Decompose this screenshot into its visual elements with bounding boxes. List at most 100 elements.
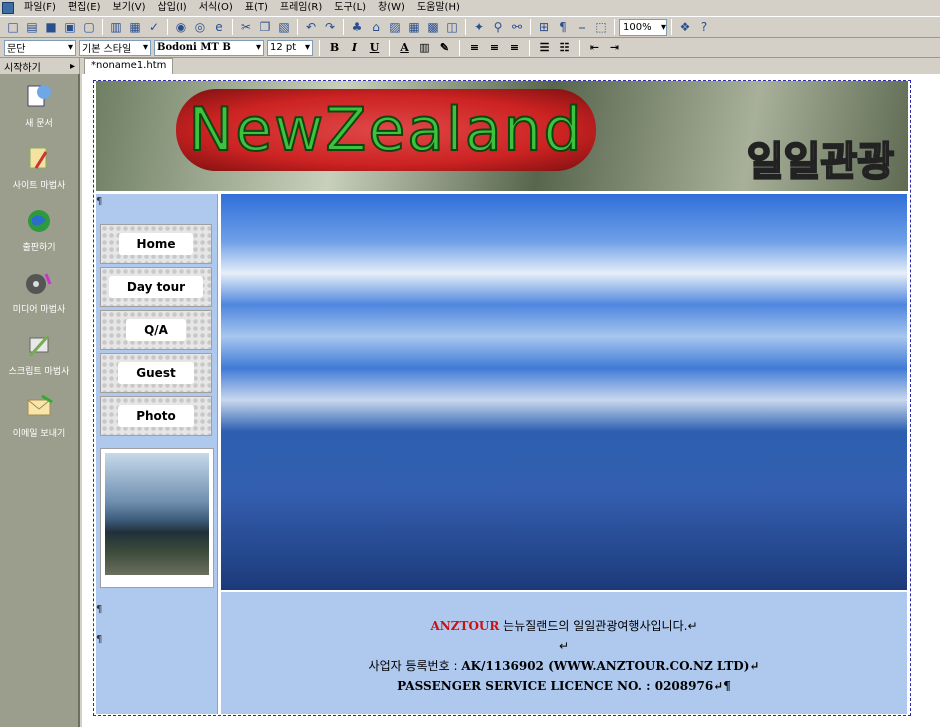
site-icon[interactable]: ❖: [676, 18, 694, 36]
new-icon[interactable]: □: [4, 18, 22, 36]
chevron-down-icon: ▾: [67, 42, 73, 53]
publish-globe-icon: [28, 209, 50, 232]
ie-icon[interactable]: e: [210, 18, 228, 36]
nav-photo[interactable]: Photo: [100, 396, 212, 436]
menu-table[interactable]: 표(T): [239, 1, 274, 15]
spellcheck-icon[interactable]: ✓: [145, 18, 163, 36]
menu-window[interactable]: 창(W): [372, 1, 411, 15]
save-icon[interactable]: ■: [42, 18, 60, 36]
sidebar-item-script-wizard[interactable]: 스크립트 마법사: [0, 322, 78, 384]
sidebar-item-email[interactable]: 이메일 보내기: [0, 384, 78, 446]
style-select[interactable]: 기본 스타일 ▾: [79, 39, 151, 56]
footer-line-4: PASSENGER SERVICE LICENCE NO. : 0208976↵…: [397, 679, 731, 693]
underline-button[interactable]: U: [366, 40, 383, 56]
footer-line-1: ANZTOUR 는뉴질랜드의 일일관광여행사입니다.↵: [221, 616, 907, 636]
bullet-list-icon[interactable]: ☷: [556, 40, 573, 56]
undo-icon[interactable]: ↶: [302, 18, 320, 36]
unlink-icon[interactable]: ⚯: [508, 18, 526, 36]
align-right-icon[interactable]: ≡: [506, 40, 523, 56]
align-center-icon[interactable]: ≡: [486, 40, 503, 56]
copy-icon[interactable]: ❐: [256, 18, 274, 36]
redo-icon[interactable]: ↷: [321, 18, 339, 36]
menu-insert[interactable]: 삽입(I): [152, 1, 193, 15]
close-doc-icon[interactable]: ▢: [80, 18, 98, 36]
paste-icon[interactable]: ▧: [275, 18, 293, 36]
nav-qa[interactable]: Q/A: [100, 310, 212, 350]
zoom-select[interactable]: 100% ▾: [619, 18, 667, 36]
bold-button[interactable]: B: [326, 40, 343, 56]
menu-format[interactable]: 서식(O): [193, 1, 239, 15]
editor-canvas[interactable]: NewZealand 일일관광 ¶ Home Day tour Q/A Gues…: [82, 74, 940, 727]
menu-file[interactable]: 파일(F): [18, 1, 62, 15]
zoom-value: 100%: [623, 21, 652, 33]
tab-document[interactable]: *noname1.htm: [84, 58, 174, 74]
help-icon[interactable]: ?: [695, 18, 713, 36]
cut-icon[interactable]: ✂: [237, 18, 255, 36]
sidebar-item-new-document[interactable]: 새 문서: [0, 74, 78, 136]
font-color-icon[interactable]: A: [396, 40, 413, 56]
hr-icon[interactable]: ⎯: [573, 18, 591, 36]
separator: [389, 39, 390, 56]
preview-icon[interactable]: ▦: [126, 18, 144, 36]
size-value: 12 pt: [270, 42, 297, 53]
outdent-icon[interactable]: ⇤: [586, 40, 603, 56]
script-wizard-icon: [28, 334, 50, 357]
open-icon[interactable]: ▤: [23, 18, 41, 36]
sidebar-item-site-wizard[interactable]: 사이트 마법사: [0, 136, 78, 198]
separator: [465, 19, 466, 35]
separator: [530, 19, 531, 35]
frame-icon[interactable]: ◫: [443, 18, 461, 36]
grid-icon[interactable]: ⊞: [535, 18, 553, 36]
menu-view[interactable]: 보기(V): [107, 1, 152, 15]
link-icon[interactable]: ⚲: [489, 18, 507, 36]
clear-format-icon[interactable]: ✎: [436, 40, 453, 56]
tree-icon[interactable]: ♣: [348, 18, 366, 36]
pilcrow-icon[interactable]: ¶: [554, 18, 572, 36]
banner: NewZealand 일일관광: [96, 81, 908, 191]
separator: [167, 19, 168, 35]
menu-frame[interactable]: 프레임(R): [274, 1, 328, 15]
table-icon[interactable]: ▦: [405, 18, 423, 36]
new-document-icon: [27, 84, 51, 106]
media-wizard-icon: [26, 272, 52, 294]
bank-icon[interactable]: ⌂: [367, 18, 385, 36]
menu-tools[interactable]: 도구(L): [328, 1, 372, 15]
standard-toolbar: □ ▤ ■ ▣ ▢ ▥ ▦ ✓ ◉ ◎ e ✂ ❐ ▧ ↶ ↷ ♣ ⌂ ▨ ▦ …: [0, 16, 940, 38]
wizard-icon[interactable]: ✦: [470, 18, 488, 36]
site-wizard-icon: [29, 147, 48, 169]
sidebar-item-publish[interactable]: 출판하기: [0, 198, 78, 260]
form-icon[interactable]: ▩: [424, 18, 442, 36]
beach-photo[interactable]: [221, 194, 907, 590]
size-select[interactable]: 12 pt ▾: [267, 39, 313, 56]
start-tab[interactable]: 시작하기 ▸: [0, 58, 80, 74]
thumbnail-photo[interactable]: [100, 448, 214, 588]
nav-home[interactable]: Home: [100, 224, 212, 264]
nav-label: Guest: [118, 362, 194, 384]
align-left-icon[interactable]: ≡: [466, 40, 483, 56]
save-all-icon[interactable]: ▣: [61, 18, 79, 36]
format-toolbar: 문단 ▾ 기본 스타일 ▾ Bodoni MT B ▾ 12 pt ▾ B I U A …: [0, 38, 940, 58]
highlight-icon[interactable]: ▥: [416, 40, 433, 56]
sidebar-item-label: 스크립트 마법사: [8, 366, 70, 377]
menu-help[interactable]: 도움말(H): [411, 1, 466, 15]
banner-subtitle: 일일관광: [746, 138, 895, 186]
italic-button[interactable]: I: [346, 40, 363, 56]
font-select[interactable]: Bodoni MT B ▾: [154, 39, 264, 56]
paragraph-select[interactable]: 문단 ▾: [4, 39, 76, 56]
indent-icon[interactable]: ⇥: [606, 40, 623, 56]
nav-guest[interactable]: Guest: [100, 353, 212, 393]
image-icon[interactable]: ▨: [386, 18, 404, 36]
browser-icon[interactable]: ◉: [172, 18, 190, 36]
separator: [671, 19, 672, 35]
numbered-list-icon[interactable]: ☰: [536, 40, 553, 56]
menu-edit[interactable]: 편집(E): [62, 1, 107, 15]
separator: [459, 39, 460, 56]
sidebar-item-label: 미디어 마법사: [12, 304, 66, 315]
footer-line-2: ↵: [558, 639, 570, 653]
box-icon[interactable]: ⬚: [592, 18, 610, 36]
coast-image: [105, 453, 209, 575]
stop-icon[interactable]: ◎: [191, 18, 209, 36]
sidebar-item-media-wizard[interactable]: 미디어 마법사: [0, 260, 78, 322]
nav-daytour[interactable]: Day tour: [100, 267, 212, 307]
print-icon[interactable]: ▥: [107, 18, 125, 36]
